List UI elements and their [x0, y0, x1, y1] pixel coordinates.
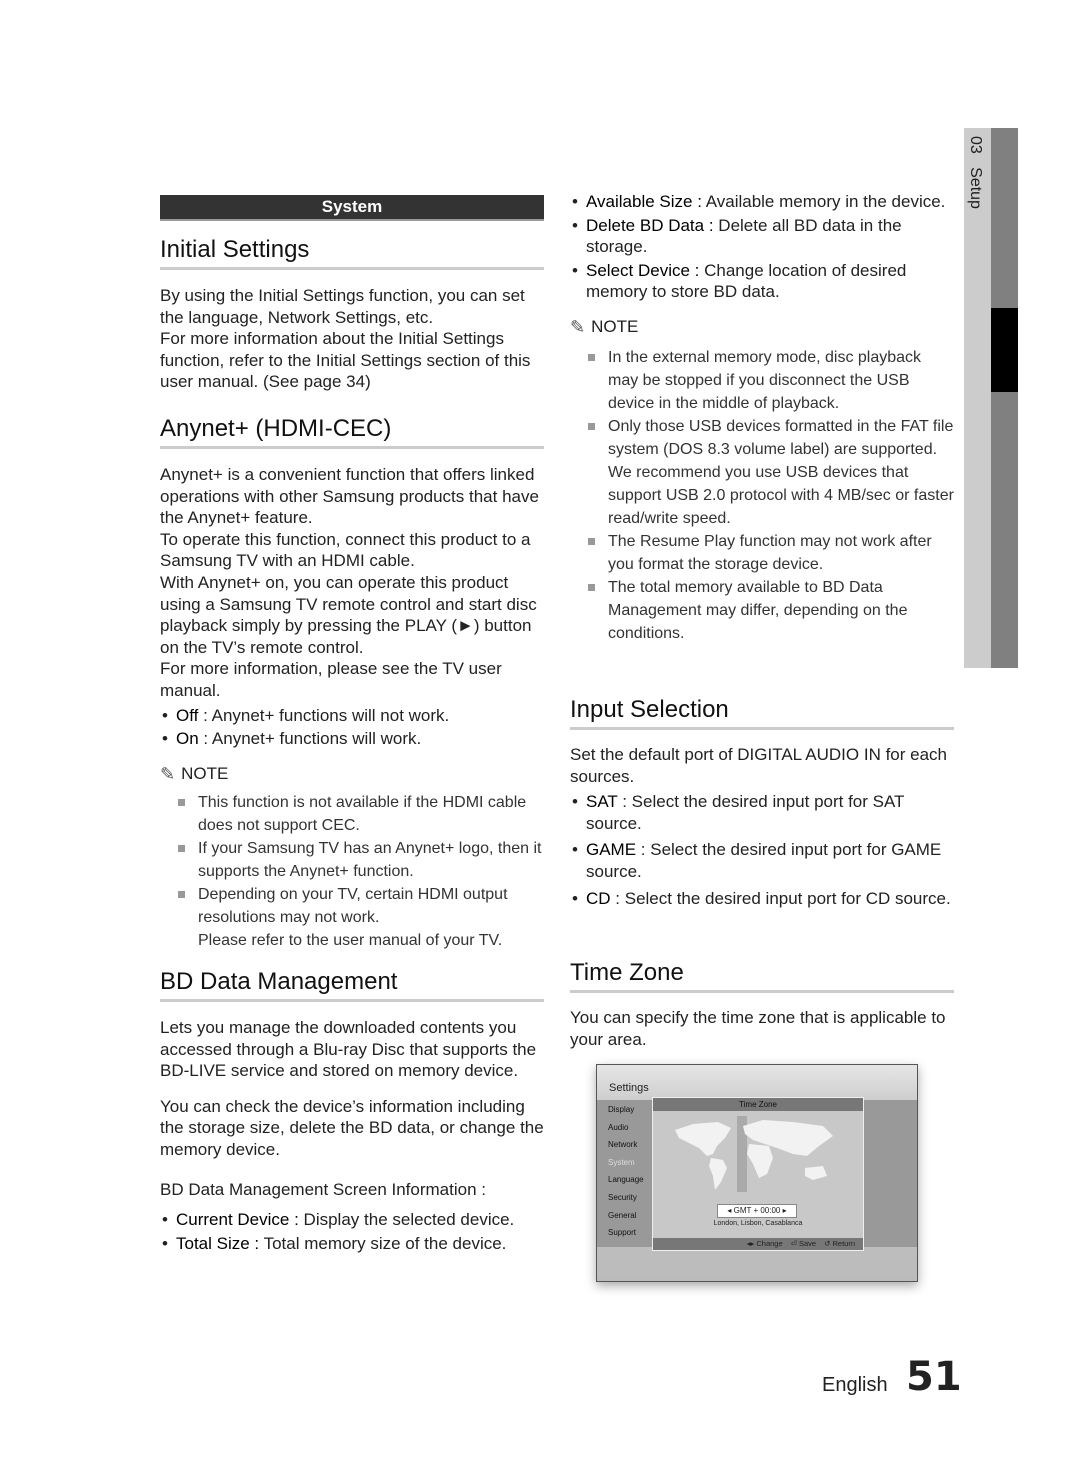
paragraph: Lets you manage the downloaded contents …: [160, 1018, 537, 1081]
footer-language: English: [822, 1374, 888, 1396]
bullet-item: Current Device : Display the selected de…: [160, 1209, 544, 1231]
city-list: London, Lisbon, Casablanca: [713, 1220, 803, 1227]
bullet-item: On : Anynet+ functions will work.: [160, 728, 544, 750]
paragraph: You can specify the time zone that is ap…: [570, 1008, 946, 1049]
note-item: If your Samsung TV has an Anynet+ logo, …: [160, 837, 544, 883]
time-zone-screenshot: Settings Display Audio Network System La…: [596, 1064, 918, 1282]
bullet-item: Total Size : Total memory size of the de…: [160, 1233, 544, 1255]
paragraph: Anynet+ is a convenient function that of…: [160, 465, 539, 528]
note-item: In the external memory mode, disc playba…: [570, 346, 954, 415]
subheading: BD Data Management Screen Information :: [160, 1179, 486, 1199]
screen-title: Settings: [609, 1082, 649, 1094]
note-extra: Please refer to the user manual of your …: [198, 931, 503, 949]
bullet-item: Off : Anynet+ functions will not work.: [160, 705, 544, 727]
menu-item: Support: [608, 1228, 637, 1238]
bullet-item: CD : Select the desired input port for C…: [570, 888, 954, 910]
bullet-item: Select Device : Change location of desir…: [570, 260, 954, 303]
paragraph: For more information, please see the TV …: [160, 659, 502, 700]
note-item: This function is not available if the HD…: [160, 791, 544, 837]
paragraph: By using the Initial Settings function, …: [160, 286, 525, 327]
input-selection-section: Input Selection Set the default port of …: [570, 696, 954, 911]
dialog-footer: ◂▸ Change ⏎ Save ↺ Return: [653, 1238, 863, 1250]
note-item: The total memory available to BD Data Ma…: [570, 576, 954, 645]
bd-data-continued: Available Size : Available memory in the…: [570, 191, 954, 645]
gmt-selector: ◂ GMT + 00:00 ▸: [717, 1204, 797, 1218]
menu-item: Security: [608, 1192, 637, 1202]
time-zone-section: Time Zone You can specify the time zone …: [570, 959, 954, 1050]
chapter-tab-bar: [991, 128, 1018, 668]
paragraph: To operate this function, connect this p…: [160, 529, 531, 571]
menu-item: Language: [608, 1175, 644, 1185]
page-number: 51: [906, 1354, 962, 1400]
paragraph: With Anynet+ on, you can operate this pr…: [160, 572, 537, 657]
note-item: The Resume Play function may not work af…: [570, 530, 954, 576]
bd-data-section: BD Data Management Lets you manage the d…: [160, 968, 544, 1256]
dialog-title: Time Zone: [653, 1098, 863, 1111]
note-item: Depending on your TV, certain HDMI outpu…: [160, 883, 544, 929]
paragraph: You can check the device’s information i…: [160, 1096, 544, 1159]
menu-item: Audio: [608, 1122, 629, 1132]
world-map-icon: [675, 1116, 833, 1192]
heading: Input Selection: [570, 696, 954, 730]
paragraph: Set the default port of DIGITAL AUDIO IN…: [570, 745, 948, 786]
menu-item-selected: System: [608, 1157, 635, 1167]
chapter-tab-label: 03 Setup: [966, 136, 984, 209]
heading: Anynet+ (HDMI-CEC): [160, 415, 544, 449]
bullet-item: Delete BD Data : Delete all BD data in t…: [570, 215, 954, 258]
chapter-tab-marker: [991, 308, 1018, 392]
chapter-number: 03: [967, 136, 984, 154]
pencil-icon: ✎: [160, 763, 176, 784]
pencil-icon: ✎: [570, 316, 586, 337]
chapter-tab: [964, 128, 991, 668]
settings-menu: Display Audio Network System Language Se…: [608, 1105, 644, 1246]
note-header: ✎ NOTE: [160, 763, 229, 784]
heading: Time Zone: [570, 959, 954, 993]
note-header: ✎ NOTE: [570, 316, 639, 337]
heading: BD Data Management: [160, 968, 544, 1002]
bullet-item: Available Size : Available memory in the…: [570, 191, 954, 213]
bullet-item: SAT : Select the desired input port for …: [570, 791, 954, 834]
menu-item: General: [608, 1210, 637, 1220]
section-bar-label: System: [160, 195, 544, 221]
heading: Initial Settings: [160, 236, 544, 270]
note-item: Only those USB devices formatted in the …: [570, 415, 954, 530]
bullet-item: GAME : Select the desired input port for…: [570, 839, 954, 882]
menu-item: Display: [608, 1105, 635, 1114]
chapter-title: Setup: [967, 167, 984, 209]
manual-page: 03 Setup System Initial Settings By usin…: [0, 0, 1080, 1479]
anynet-section: Anynet+ (HDMI-CEC) Anynet+ is a convenie…: [160, 415, 544, 952]
menu-item: Network: [608, 1140, 638, 1150]
section-bar: System: [160, 195, 544, 221]
initial-settings-section: Initial Settings By using the Initial Se…: [160, 236, 544, 393]
paragraph: For more information about the Initial S…: [160, 329, 531, 392]
time-zone-dialog: Time Zone ◂ GMT + 00:00 ▸ London, Lisbon…: [652, 1097, 864, 1251]
